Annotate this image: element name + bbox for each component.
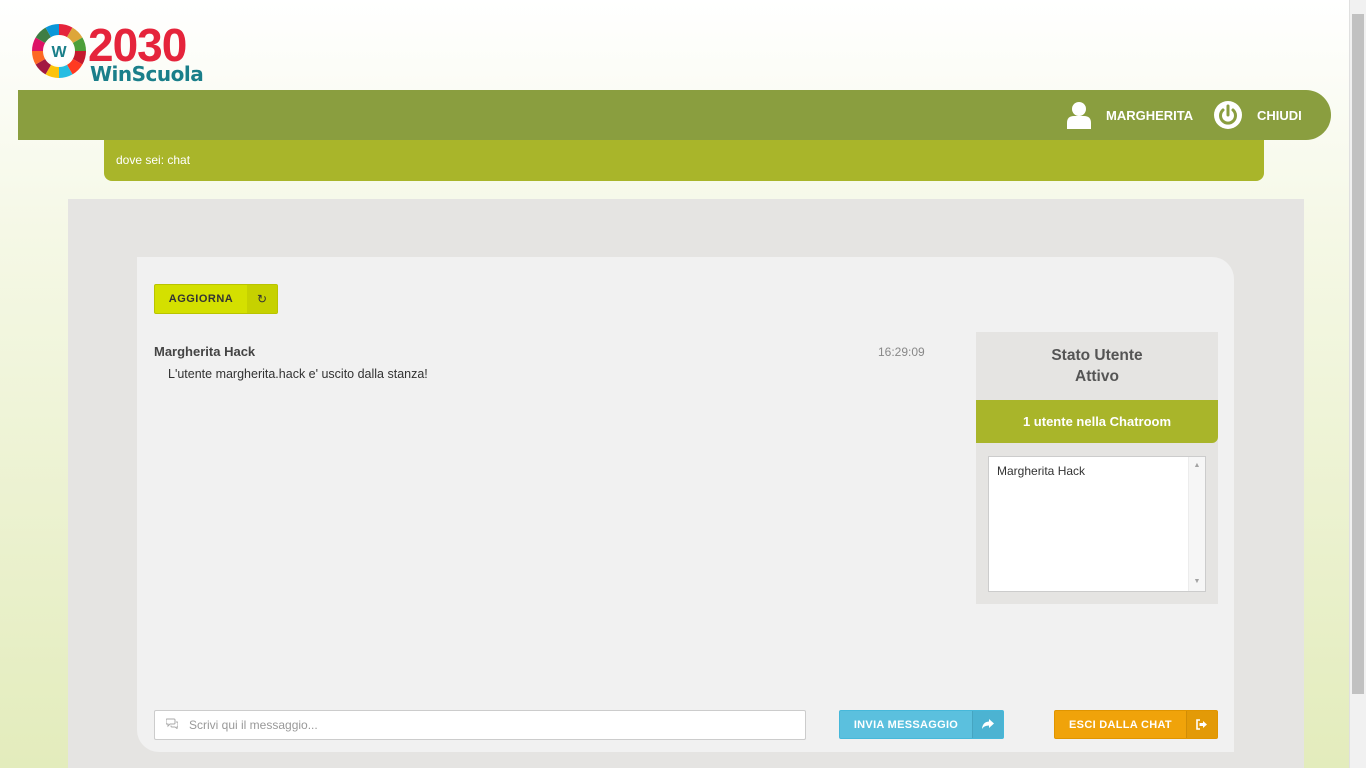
message-input[interactable]	[189, 711, 805, 739]
users-count-label: 1 utente nella Chatroom	[1022, 414, 1172, 429]
top-navbar: MARGHERITA CHIUDI	[18, 90, 1331, 140]
users-count-badge: 1 utente nella Chatroom	[976, 400, 1218, 443]
online-user-item[interactable]: Margherita Hack	[997, 464, 1197, 478]
refresh-button-label: AGGIORNA	[168, 293, 234, 305]
user-list-scrollbar[interactable]: ▲ ▼	[1188, 457, 1205, 591]
send-message-button[interactable]: INVIA MESSAGGIO	[839, 710, 1004, 739]
scroll-up-icon[interactable]: ▲	[1189, 459, 1205, 473]
refresh-button[interactable]: AGGIORNA ↻	[154, 284, 278, 314]
exit-chat-button[interactable]: ESCI DALLA CHAT	[1054, 710, 1218, 739]
chat-bubble-icon	[155, 718, 189, 732]
message-time: 16:29:09	[878, 345, 925, 359]
sdg-wheel-icon: W	[31, 23, 87, 79]
share-arrow-icon	[972, 711, 1003, 738]
logout-label: CHIUDI	[1257, 107, 1302, 123]
refresh-icon: ↻	[247, 285, 277, 313]
online-users-list[interactable]: Margherita Hack ▲ ▼	[988, 456, 1206, 592]
user-status-title: Stato Utente Attivo	[976, 345, 1218, 387]
page-scrollbar-thumb[interactable]	[1352, 14, 1364, 694]
power-icon	[1214, 101, 1242, 129]
user-icon	[1067, 102, 1091, 129]
page-scrollbar[interactable]	[1349, 0, 1366, 768]
breadcrumb-text: dove sei: chat	[116, 153, 191, 167]
breadcrumb: dove sei: chat	[104, 140, 1264, 181]
send-message-label: INVIA MESSAGGIO	[853, 718, 959, 731]
message-text: L'utente margherita.hack e' uscito dalla…	[168, 367, 428, 381]
exit-chat-label: ESCI DALLA CHAT	[1069, 718, 1172, 731]
scroll-down-icon[interactable]: ▼	[1189, 575, 1205, 589]
sign-out-icon	[1186, 711, 1217, 738]
user-status-line2: Attivo	[1075, 368, 1119, 385]
user-menu-button[interactable]: MARGHERITA	[1066, 90, 1193, 140]
user-status-line1: Stato Utente	[1051, 347, 1143, 364]
logo: W 2030 WinScuola	[30, 19, 220, 86]
logo-brand: WinScuola	[90, 62, 204, 86]
logo-wheel-letter: W	[51, 44, 67, 61]
message-author: Margherita Hack	[154, 344, 256, 359]
user-name-label: MARGHERITA	[1106, 107, 1194, 123]
logout-button[interactable]: CHIUDI	[1213, 90, 1302, 140]
message-input-group	[154, 710, 806, 740]
